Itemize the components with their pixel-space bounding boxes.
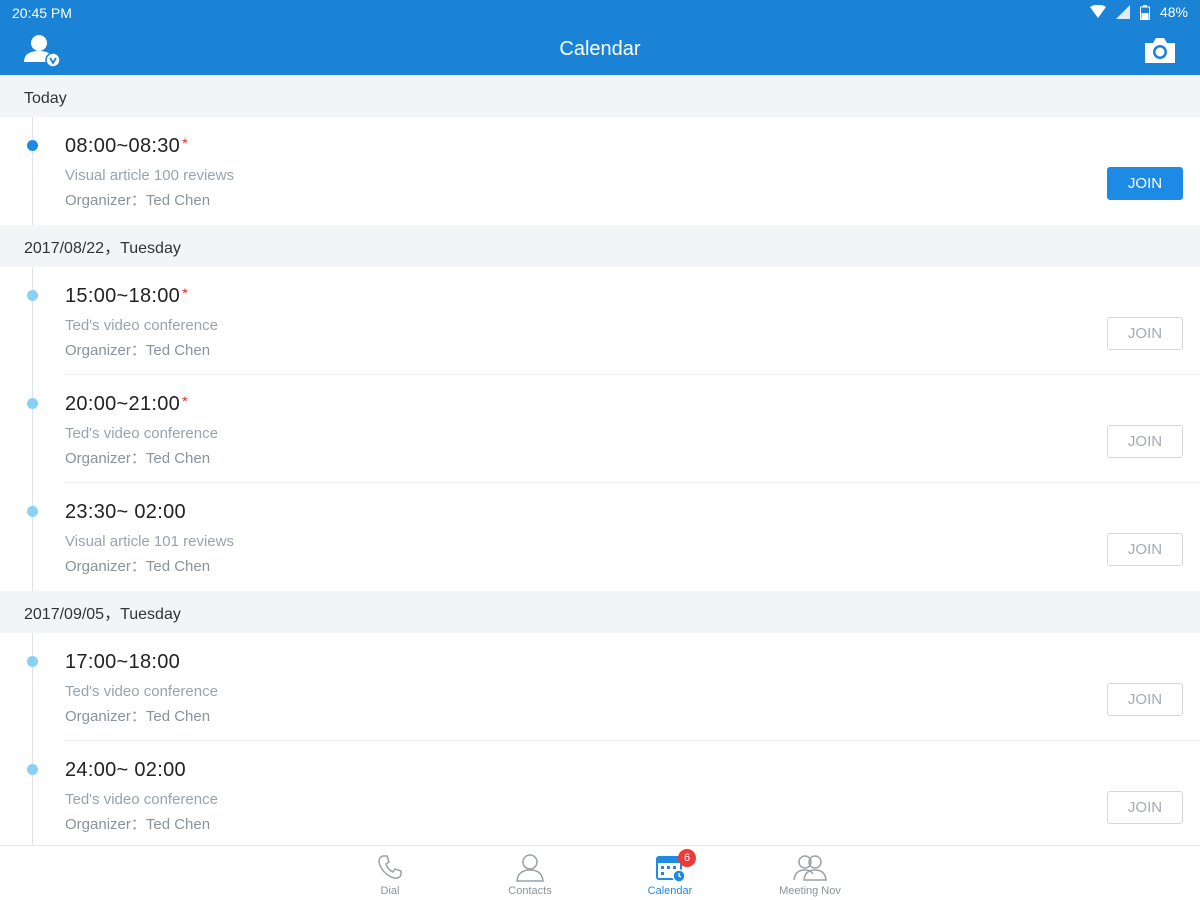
meeting-subject: Ted's video conference (65, 791, 218, 808)
notification-badge: 6 (678, 849, 696, 867)
battery-icon (1139, 4, 1150, 20)
timeline-dot (27, 506, 38, 517)
page-title: Calendar (559, 38, 641, 60)
join-button[interactable]: JOIN (1107, 791, 1183, 824)
meeting-subject: Visual article 100 reviews (65, 167, 234, 184)
meeting-organizer: Organizer：Ted Chen (65, 558, 211, 575)
app-bar: Calendar (0, 26, 1200, 75)
timeline-line (32, 117, 33, 225)
join-button[interactable]: JOIN (1107, 425, 1183, 458)
timeline-dot (27, 290, 38, 301)
required-mark: * (182, 135, 188, 151)
contacts-icon (480, 852, 580, 882)
timeline-line (32, 483, 33, 591)
status-time: 20:45 PM (12, 5, 72, 21)
tab-meeting-now[interactable]: Meeting Nov (760, 852, 860, 900)
status-icons: 48% (1089, 4, 1188, 20)
tab-calendar[interactable]: 6 Calendar (620, 849, 720, 900)
meeting-organizer: Organizer：Ted Chen (65, 708, 211, 725)
meeting-now-icon (760, 852, 860, 882)
camera-button[interactable] (1142, 36, 1178, 66)
battery-percent: 48% (1159, 4, 1188, 20)
meeting-item[interactable]: 24:00~ 02:00 Ted's video conference Orga… (0, 741, 1200, 845)
tab-dial[interactable]: Dial (340, 852, 440, 900)
timeline-line (32, 267, 33, 375)
timeline-line (32, 741, 33, 845)
signal-icon (1115, 5, 1130, 19)
section-header-today: Today (0, 75, 1200, 117)
meeting-time: 17:00~18:00 (65, 651, 181, 673)
join-button[interactable]: JOIN (1107, 167, 1183, 200)
meeting-time: 15:00~18:00 * (65, 285, 188, 307)
required-mark: * (182, 393, 188, 409)
tab-label: Meeting Nov (779, 885, 841, 897)
required-mark: * (182, 285, 188, 301)
meeting-item[interactable]: 15:00~18:00 * Ted's video conference Orga… (0, 267, 1200, 375)
timeline-dot (27, 398, 38, 409)
timeline-dot (27, 764, 38, 775)
meeting-subject: Ted's video conference (65, 683, 218, 700)
meeting-subject: Visual article 101 reviews (65, 533, 234, 550)
meeting-organizer: Organizer：Ted Chen (65, 816, 211, 833)
wifi-icon (1089, 5, 1106, 18)
phone-icon (340, 852, 440, 882)
calendar-icon: 6 (620, 849, 720, 883)
timeline-line (32, 375, 33, 483)
bottom-nav: Dial Contacts 6 Calendar Meeting Nov (0, 845, 1200, 900)
meeting-item[interactable]: 08:00~08:30 * Visual article 100 reviews … (0, 117, 1200, 225)
meeting-item[interactable]: 17:00~18:00 Ted's video conference Organ… (0, 633, 1200, 741)
timeline-line (32, 633, 33, 741)
tab-contacts[interactable]: Contacts (480, 852, 580, 900)
meeting-time: 23:30~ 02:00 (65, 501, 186, 523)
meeting-item[interactable]: 23:30~ 02:00 Visual article 101 reviews … (0, 483, 1200, 591)
meeting-item[interactable]: 20:00~21:00 * Ted's video conference Orga… (0, 375, 1200, 483)
timeline-dot (27, 140, 38, 151)
tab-label: Calendar (647, 885, 693, 897)
meeting-subject: Ted's video conference (65, 317, 218, 334)
section-header-date: 2017/08/22，Tuesday (0, 225, 1200, 267)
status-bar: 20:45 PM 48% (0, 0, 1200, 26)
meeting-organizer: Organizer：Ted Chen (65, 192, 211, 209)
camera-icon (1145, 38, 1175, 63)
meeting-time: 24:00~ 02:00 (65, 759, 186, 781)
join-button[interactable]: JOIN (1107, 683, 1183, 716)
meeting-organizer: Organizer：Ted Chen (65, 342, 211, 359)
tab-label: Dial (380, 885, 400, 897)
meeting-time: 08:00~08:30 * (65, 135, 188, 157)
meeting-time: 20:00~21:00 * (65, 393, 188, 415)
meeting-subject: Ted's video conference (65, 425, 218, 442)
timeline-dot (27, 656, 38, 667)
meeting-organizer: Organizer：Ted Chen (65, 450, 211, 467)
calendar-list[interactable]: Today 08:00~08:30 * Visual article 100 re… (0, 75, 1200, 845)
section-header-date: 2017/09/05，Tuesday (0, 591, 1200, 633)
join-button[interactable]: JOIN (1107, 317, 1183, 350)
tab-label: Contacts (508, 885, 552, 897)
join-button[interactable]: JOIN (1107, 533, 1183, 566)
